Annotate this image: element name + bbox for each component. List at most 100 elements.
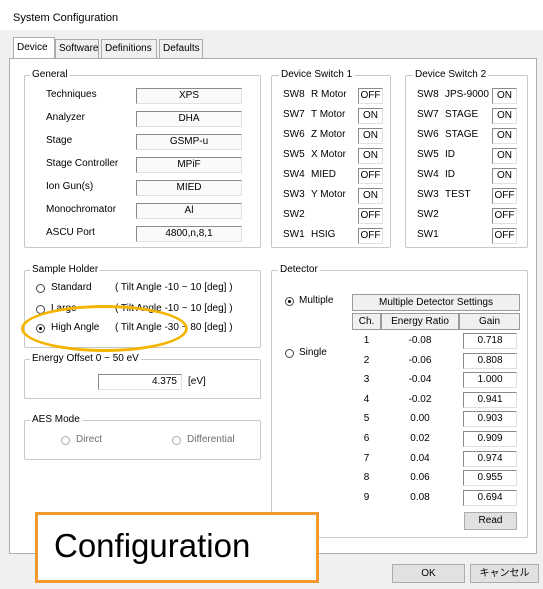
read-button[interactable]: Read [464, 512, 517, 530]
cancel-button[interactable]: キャンセル [470, 564, 539, 583]
switch-id: SW4 [283, 169, 305, 180]
switch-id: SW4 [417, 169, 439, 180]
switch-device-name: R Motor [311, 89, 347, 100]
general-value: MIED [136, 180, 242, 196]
general-label: ASCU Port [46, 227, 95, 238]
detector-channel: 2 [363, 354, 370, 366]
switch-device-name: HSIG [311, 229, 336, 240]
general-value: 4800,n,8,1 [136, 226, 242, 242]
general-value: DHA [136, 111, 242, 127]
sample-holder-standard-label: Standard [51, 282, 92, 293]
switch-state-box[interactable]: OFF [358, 88, 383, 104]
general-label: Stage [46, 135, 73, 146]
detector-gain-input[interactable]: 0.941 [463, 391, 517, 408]
title-bar: System Configuration [0, 0, 543, 30]
general-value: MPiF [136, 157, 242, 173]
detector-channel: 1 [363, 335, 370, 346]
switch-state-box[interactable]: ON [492, 128, 517, 144]
switch-id: SW5 [283, 149, 305, 160]
detector-gain-input[interactable]: 1.000 [463, 372, 517, 389]
tab-defaults[interactable]: Defaults [159, 39, 203, 58]
aes-mode-differential-label: Differential [187, 434, 235, 445]
switch-id: SW5 [417, 149, 439, 160]
detector-energy-ratio: 0.04 [410, 452, 430, 464]
detector-single-label: Single [299, 347, 327, 358]
general-title: General [30, 69, 70, 80]
switch-device-name: ID [445, 169, 455, 180]
switch-state-box[interactable]: OFF [492, 188, 517, 204]
general-label: Techniques [46, 89, 97, 100]
detector-gain-input[interactable]: 0.808 [463, 352, 517, 369]
gain-column-header: Gain [459, 313, 520, 330]
detector-gain-input[interactable]: 0.718 [463, 333, 517, 349]
window-title: System Configuration [13, 12, 119, 24]
energy-offset-input[interactable]: 4.375 [98, 374, 182, 390]
ok-button[interactable]: OK [392, 564, 465, 583]
switch-state-box[interactable]: OFF [492, 228, 517, 244]
switch-state-box[interactable]: ON [492, 148, 517, 164]
switch-device-name: MIED [311, 169, 336, 180]
switch-state-box[interactable]: OFF [492, 208, 517, 224]
switch-id: SW6 [283, 129, 305, 140]
detector-multiple-label: Multiple [299, 295, 334, 306]
switch-state-box[interactable]: ON [492, 88, 517, 104]
detector-channel: 3 [363, 374, 370, 386]
multiple-detector-settings-header: Multiple Detector Settings [352, 294, 520, 311]
detector-channel: 5 [363, 413, 370, 425]
device-switch-1-title: Device Switch 1 [279, 69, 355, 80]
detector-gain-input[interactable]: 0.974 [463, 450, 517, 467]
general-label: Stage Controller [46, 158, 119, 169]
aes-mode-direct-radio[interactable] [61, 436, 70, 445]
sample-holder-title: Sample Holder [30, 264, 101, 275]
switch-id: SW7 [283, 109, 305, 120]
tab-device[interactable]: Device [13, 37, 55, 59]
switch-state-box[interactable]: ON [358, 188, 383, 204]
energy-offset-unit: [eV] [188, 376, 206, 387]
switch-state-box[interactable]: ON [358, 148, 383, 164]
switch-device-name: JPS-9000 [445, 89, 489, 100]
detector-channel: 4 [363, 393, 370, 405]
general-label: Analyzer [46, 112, 85, 123]
detector-title: Detector [278, 264, 320, 275]
aes-mode-differential-radio[interactable] [172, 436, 181, 445]
channel-column-header: Ch. [352, 313, 381, 330]
switch-device-name: Z Motor [311, 129, 346, 140]
detector-energy-ratio: 0.00 [410, 413, 430, 425]
switch-state-box[interactable]: OFF [358, 228, 383, 244]
sample-holder-standard-range: ( Tilt Angle -10 ~ 10 [deg] ) [115, 282, 233, 293]
aes-mode-direct-label: Direct [76, 434, 103, 445]
energy-ratio-column-header: Energy Ratio [381, 313, 459, 330]
detector-channel: 6 [363, 433, 370, 444]
detector-energy-ratio: 0.02 [410, 433, 430, 444]
switch-device-name: T Motor [311, 109, 346, 120]
tab-software[interactable]: Software [55, 39, 99, 58]
detector-channel: 9 [363, 491, 370, 503]
general-value: Al [136, 203, 242, 219]
switch-state-box[interactable]: OFF [358, 168, 383, 184]
switch-id: SW1 [283, 229, 305, 240]
switch-id: SW7 [417, 109, 439, 120]
tab-definitions[interactable]: Definitions [101, 39, 157, 58]
detector-gain-input[interactable]: 0.903 [463, 411, 517, 428]
detector-energy-ratio: -0.06 [408, 354, 432, 366]
detector-channel: 7 [363, 452, 370, 464]
switch-id: SW8 [417, 89, 439, 100]
detector-single-radio[interactable] [285, 349, 294, 358]
configuration-callout: Configuration [35, 512, 319, 583]
switch-state-box[interactable]: ON [358, 128, 383, 144]
energy-offset-title: Energy Offset 0 ~ 50 eV [30, 353, 141, 364]
detector-gain-input[interactable]: 0.694 [463, 489, 517, 506]
switch-state-box[interactable]: OFF [358, 208, 383, 224]
detector-energy-ratio: -0.08 [408, 335, 432, 346]
switch-state-box[interactable]: ON [358, 108, 383, 124]
switch-state-box[interactable]: ON [492, 108, 517, 124]
detector-gain-input[interactable]: 0.909 [463, 431, 517, 447]
switch-state-box[interactable]: ON [492, 168, 517, 184]
sample-holder-standard-radio[interactable] [36, 284, 45, 293]
switch-id: SW2 [283, 209, 305, 220]
detector-multiple-radio[interactable] [285, 297, 294, 306]
detector-energy-ratio: 0.08 [410, 491, 430, 503]
detector-gain-input[interactable]: 0.955 [463, 470, 517, 487]
switch-device-name: ID [445, 149, 455, 160]
switch-device-name: STAGE [445, 129, 479, 140]
